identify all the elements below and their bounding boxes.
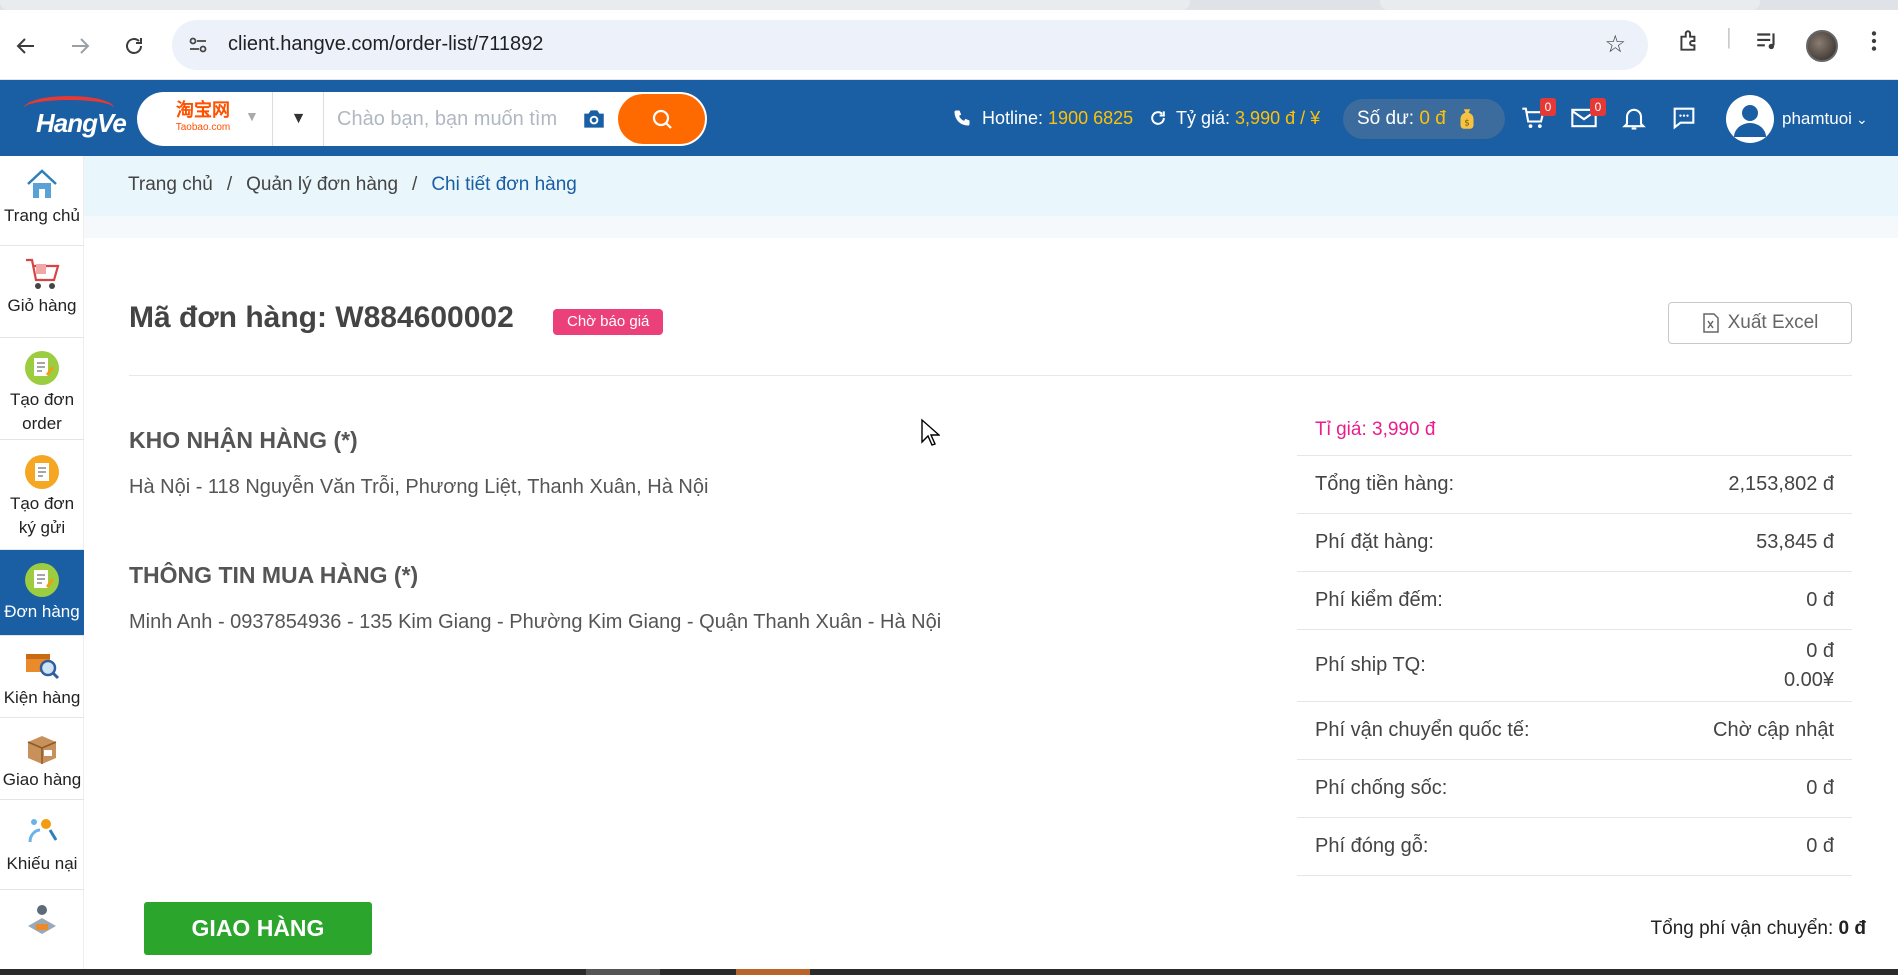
- warehouse-address: Hà Nội - 118 Nguyễn Văn Trỗi, Phương Liệ…: [129, 476, 709, 498]
- breadcrumb-current: Chi tiết đơn hàng: [431, 174, 577, 195]
- total-shipping-fee: Tổng phí vận chuyển: 0 đ: [1650, 918, 1866, 939]
- balance-pill[interactable]: Số dư: 0 đ $: [1343, 99, 1505, 139]
- url-text: client.hangve.com/order-list/711892: [228, 33, 544, 55]
- search-icon: [652, 109, 672, 129]
- orders-icon: [25, 563, 59, 597]
- sidebar-item-orders[interactable]: Đơn hàng: [0, 550, 84, 636]
- site-selector[interactable]: 淘宝网 Taobao.com ▼: [137, 92, 273, 146]
- package-search-icon: [26, 654, 60, 680]
- chevron-down-icon: ▼: [245, 108, 259, 124]
- user-menu[interactable]: phamtuoi ⌄: [1726, 94, 1868, 144]
- sidebar-item-packages[interactable]: Kiện hàng: [0, 636, 84, 718]
- search-bar: 淘宝网 Taobao.com ▼ ▼: [137, 92, 707, 146]
- browser-toolbar: client.hangve.com/order-list/711892 ☆ |: [0, 10, 1898, 80]
- delivery-box-icon: [27, 736, 57, 764]
- browser-menu-icon[interactable]: [1866, 28, 1882, 60]
- content-top-strip: [84, 216, 1898, 238]
- cost-row-order-fee: Phí đặt hàng: 53,845 đ: [1297, 514, 1852, 572]
- deliver-button[interactable]: GIAO HÀNG: [144, 902, 372, 955]
- cost-row-china-ship-fee: Phí ship TQ: 0 đ 0.00¥: [1297, 630, 1852, 702]
- mail-count-badge: 0: [1590, 98, 1606, 116]
- exchange-rate-info: Tỷ giá: 3,990 đ / ¥: [1148, 80, 1320, 156]
- address-bar[interactable]: client.hangve.com/order-list/711892 ☆: [172, 20, 1648, 70]
- forward-icon[interactable]: [62, 28, 98, 64]
- cost-row-shock-proof-fee: Phí chống sốc: 0 đ: [1297, 760, 1852, 818]
- sidebar: Trang chủ Giỏ hàng Tạo đơn order Tạo đơn…: [0, 156, 84, 975]
- export-excel-button[interactable]: Xuất Excel: [1668, 302, 1852, 344]
- refresh-icon: [1151, 111, 1165, 125]
- sidebar-item-complaints[interactable]: Khiếu nại: [0, 800, 84, 890]
- cart-icon[interactable]: 0: [1520, 98, 1556, 134]
- hangve-logo[interactable]: HangVe: [18, 96, 127, 140]
- status-badge: Chờ báo giá: [553, 309, 664, 335]
- chevron-down-icon: ⌄: [1855, 110, 1868, 127]
- media-control-icon[interactable]: [1754, 28, 1780, 60]
- sidebar-item-create-order[interactable]: Tạo đơn order: [0, 338, 84, 440]
- chat-icon[interactable]: [1670, 104, 1700, 134]
- buyer-info-heading: THÔNG TIN MUA HÀNG (*): [129, 562, 419, 588]
- taskbar-strip: [0, 969, 1898, 975]
- browser-tab-strip: [0, 0, 1898, 10]
- sidebar-item-home[interactable]: Trang chủ: [0, 164, 84, 246]
- wallet-person-icon: [28, 905, 56, 934]
- shopping-cart-icon: [26, 258, 60, 289]
- bell-icon[interactable]: [1620, 104, 1650, 134]
- sidebar-item-more[interactable]: [0, 890, 84, 975]
- consign-icon: [25, 455, 59, 489]
- cart-count-badge: 0: [1540, 98, 1556, 116]
- cost-row-wood-packing-fee: Phí đóng gỗ: 0 đ: [1297, 818, 1852, 876]
- header-divider: [129, 375, 1852, 376]
- mail-icon[interactable]: 0: [1570, 98, 1606, 134]
- phone-icon: [954, 110, 970, 126]
- extensions-icon[interactable]: [1676, 28, 1702, 60]
- search-input[interactable]: [337, 92, 577, 146]
- breadcrumb-orders[interactable]: Quản lý đơn hàng: [246, 174, 398, 196]
- image-search-camera-icon[interactable]: [581, 106, 607, 132]
- hotline-info: Hotline: 1900 6825: [952, 80, 1133, 156]
- bookmark-star-icon[interactable]: ☆: [1604, 30, 1626, 59]
- user-avatar-icon: [1726, 95, 1774, 143]
- category-dropdown[interactable]: ▼: [274, 92, 324, 146]
- complaint-icon: [28, 819, 58, 843]
- browser-profile-avatar[interactable]: [1806, 30, 1838, 62]
- site-info-icon[interactable]: [186, 33, 210, 57]
- mouse-cursor-icon: [921, 418, 940, 446]
- cost-row-goods-total: Tổng tiền hàng: 2,153,802 đ: [1297, 456, 1852, 514]
- breadcrumb: Trang chủ / Quản lý đơn hàng / Chi tiết …: [128, 174, 577, 196]
- taobao-logo: 淘宝网 Taobao.com: [175, 100, 231, 133]
- sidebar-item-cart[interactable]: Giỏ hàng: [0, 246, 84, 338]
- create-order-icon: [25, 351, 59, 385]
- cost-row-counting-fee: Phí kiểm đếm: 0 đ: [1297, 572, 1852, 630]
- breadcrumb-home[interactable]: Trang chủ: [128, 174, 213, 196]
- cost-row-international-shipping: Phí vận chuyển quốc tế: Chờ cập nhật: [1297, 702, 1852, 760]
- order-title: Mã đơn hàng: W884600002: [129, 301, 514, 334]
- breadcrumb-separator: /: [412, 174, 418, 195]
- money-bag-icon: $: [1460, 109, 1474, 129]
- breadcrumb-separator: /: [226, 174, 233, 195]
- warehouse-heading: KHO NHẬN HÀNG (*): [129, 427, 358, 453]
- cost-summary: Tỉ giá: 3,990 đ Tổng tiền hàng: 2,153,80…: [1297, 404, 1852, 876]
- username: phamtuoi: [1782, 109, 1852, 128]
- svg-text:$: $: [1464, 119, 1470, 129]
- exchange-rate: Tỉ giá: 3,990 đ: [1297, 404, 1852, 456]
- search-button[interactable]: [618, 94, 705, 144]
- browser-tab[interactable]: [0, 0, 1190, 10]
- excel-file-icon: [1702, 313, 1719, 333]
- breadcrumb-bar: Trang chủ / Quản lý đơn hàng / Chi tiết …: [84, 156, 1898, 216]
- caret-down-icon: ▼: [290, 110, 307, 127]
- sidebar-item-delivery[interactable]: Giao hàng: [0, 718, 84, 800]
- browser-tab[interactable]: [1380, 0, 1760, 10]
- app-header: HangVe 淘宝网 Taobao.com ▼ ▼ Hotline: 1900 …: [0, 80, 1898, 156]
- back-icon[interactable]: [8, 28, 44, 64]
- home-icon: [27, 169, 57, 198]
- buyer-info: Minh Anh - 0937854936 - 135 Kim Giang - …: [129, 611, 942, 633]
- reload-icon[interactable]: [116, 28, 152, 64]
- sidebar-item-consign[interactable]: Tạo đơn ký gửi: [0, 440, 84, 550]
- toolbar-divider: |: [1726, 24, 1732, 49]
